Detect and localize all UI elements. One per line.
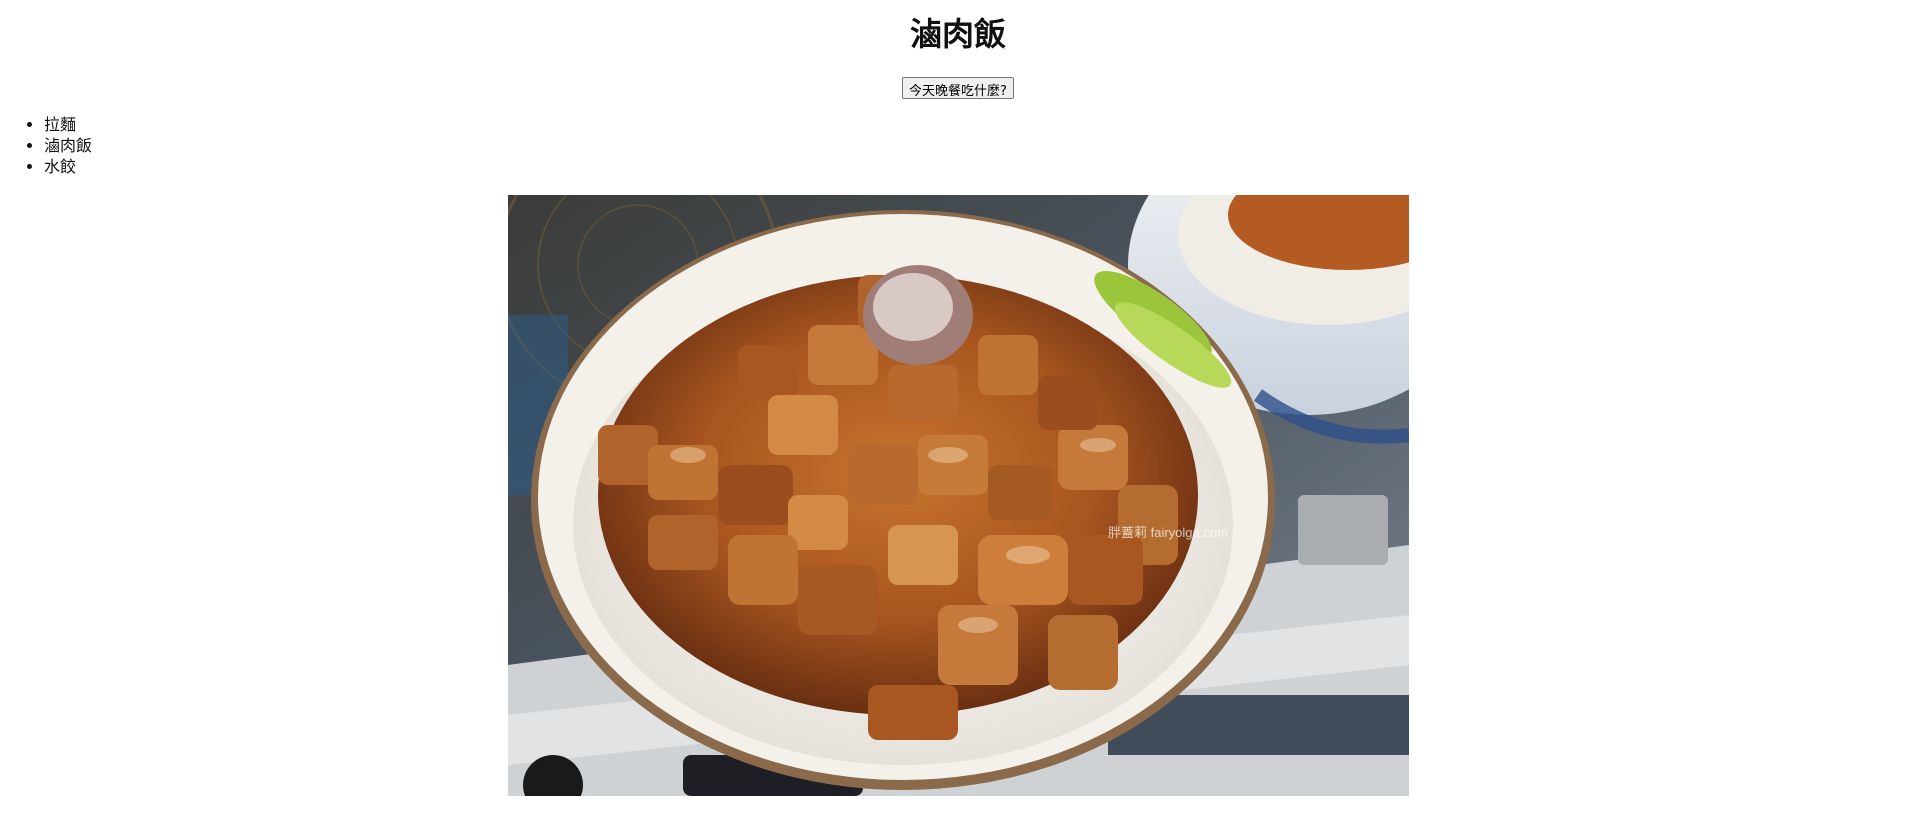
list-item: 水餃 — [44, 156, 92, 177]
food-photo-illustration: 胖蓋莉 fairyolga.com — [508, 195, 1409, 796]
food-list: 拉麵 滷肉飯 水餃 — [0, 114, 92, 177]
list-item: 拉麵 — [44, 114, 92, 135]
page: 滷肉飯 今天晚餐吃什麼? 拉麵 滷肉飯 水餃 — [0, 0, 1916, 827]
page-title: 滷肉飯 — [909, 15, 1006, 53]
braised-pork-rice-photo: 胖蓋莉 fairyolga.com — [508, 195, 1409, 796]
dinner-suggestion-button[interactable]: 今天晚餐吃什麼? — [902, 77, 1014, 99]
list-item: 滷肉飯 — [44, 135, 92, 156]
photo-watermark: 胖蓋莉 fairyolga.com — [1108, 525, 1228, 540]
button-container: 今天晚餐吃什麼? — [0, 77, 1916, 99]
